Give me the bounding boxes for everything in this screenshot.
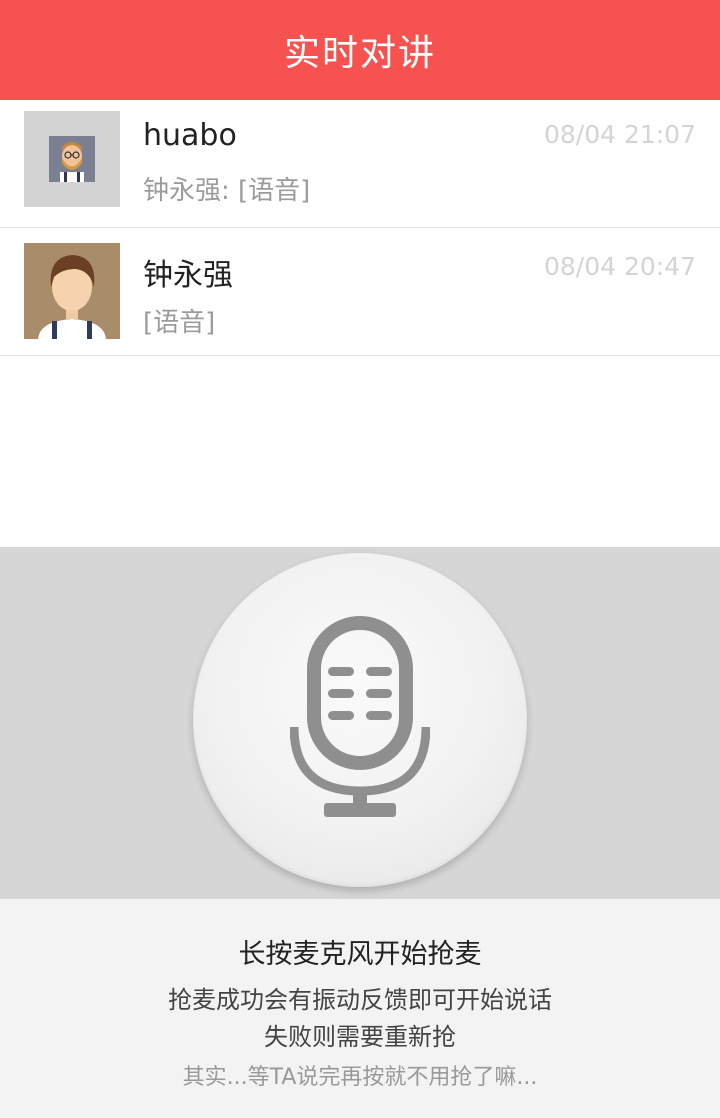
app-header: 实时对讲: [0, 0, 720, 100]
mic-panel: [0, 547, 720, 899]
instruction-hint: 其实...等TA说完再按就不用抢了嘛...: [182, 1065, 538, 1090]
conversation-list: huabo 钟永强: [语音] 08/04 21:07 钟永强 [语音] 08/…: [0, 100, 720, 356]
message-time: 08/04 21:07: [543, 120, 696, 149]
microphone-button[interactable]: [193, 553, 527, 887]
conversation-item[interactable]: 钟永强 [语音] 08/04 20:47: [0, 228, 720, 356]
instruction-detail: 抢麦成功会有振动反馈即可开始说话: [168, 986, 552, 1014]
message-preview: [语音]: [143, 308, 216, 338]
page-title: 实时对讲: [283, 33, 436, 74]
message-preview: 钟永强: [语音]: [143, 176, 311, 206]
instruction-main: 长按麦克风开始抢麦: [238, 939, 482, 970]
message-time: 08/04 20:47: [543, 252, 696, 281]
instructions-panel: 长按麦克风开始抢麦 抢麦成功会有振动反馈即可开始说话 失败则需要重新抢 其实..…: [0, 899, 720, 1118]
boy-avatar-icon: [24, 243, 120, 339]
conversation-item[interactable]: huabo 钟永强: [语音] 08/04 21:07: [0, 100, 720, 228]
instruction-failure: 失败则需要重新抢: [264, 1023, 456, 1051]
contact-name: huabo: [143, 118, 237, 153]
bearded-man-avatar-icon: [24, 111, 120, 207]
contact-name: 钟永强: [143, 258, 233, 293]
microphone-icon: [290, 616, 430, 817]
